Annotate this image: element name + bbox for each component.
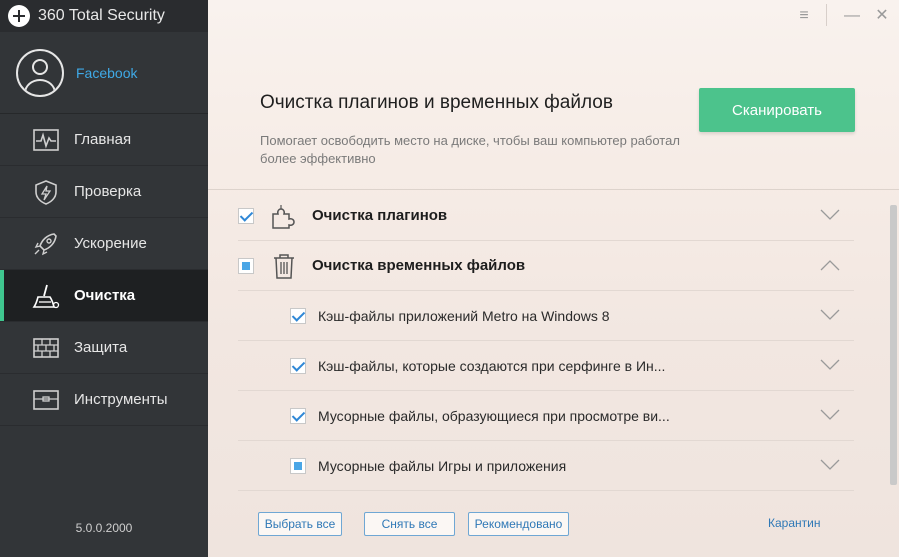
chevron-down-icon[interactable] bbox=[820, 309, 840, 321]
cleanup-header: Очистка плагинов и временных файлов Помо… bbox=[208, 32, 899, 190]
sidebar-item-label: Инструменты bbox=[74, 391, 168, 408]
sidebar-item-home[interactable]: Главная bbox=[0, 114, 208, 166]
account-panel[interactable]: Facebook bbox=[0, 32, 208, 114]
list-item-label: Мусорные файлы, образующиеся при просмот… bbox=[318, 407, 670, 424]
close-button[interactable]: ✕ bbox=[872, 6, 892, 26]
firewall-icon bbox=[32, 335, 60, 361]
rocket-icon bbox=[32, 231, 60, 257]
chevron-down-icon[interactable] bbox=[820, 409, 840, 421]
sidebar-item-label: Главная bbox=[74, 131, 132, 148]
sidebar-item-label: Проверка bbox=[74, 183, 142, 200]
app-title: 360 Total Security bbox=[38, 7, 165, 24]
page-title: Очистка плагинов и временных файлов bbox=[260, 92, 613, 113]
minimize-button[interactable]: — bbox=[842, 6, 862, 26]
app-header: 360 Total Security bbox=[0, 0, 208, 32]
avatar[interactable] bbox=[16, 48, 64, 97]
trash-icon bbox=[268, 250, 300, 282]
shield-icon bbox=[32, 179, 60, 205]
browser-cache-checkbox[interactable] bbox=[290, 357, 306, 374]
metro-cache-checkbox[interactable] bbox=[290, 307, 306, 324]
app-logo-icon bbox=[8, 5, 30, 27]
account-name-link[interactable]: Facebook bbox=[76, 65, 137, 81]
broom-icon bbox=[32, 283, 60, 309]
menu-icon[interactable]: ≡ bbox=[794, 6, 814, 26]
sidebar-item-label: Защита bbox=[74, 339, 128, 356]
list-item-metro-cache[interactable]: Кэш-файлы приложений Metro на Windows 8 bbox=[238, 291, 854, 341]
chevron-up-icon[interactable] bbox=[820, 259, 840, 271]
quarantine-link[interactable]: Карантин bbox=[768, 516, 820, 530]
sidebar-item-label: Ускорение bbox=[74, 235, 147, 252]
temp-files-checkbox[interactable] bbox=[238, 257, 254, 274]
heartbeat-icon bbox=[32, 127, 60, 153]
chevron-down-icon[interactable] bbox=[820, 359, 840, 371]
sidebar-item-protection[interactable]: Защита bbox=[0, 322, 208, 374]
list-item-label: Очистка временных файлов bbox=[312, 257, 526, 274]
games-junk-checkbox[interactable] bbox=[290, 457, 306, 474]
chevron-down-icon[interactable] bbox=[820, 209, 840, 221]
plugins-checkbox[interactable] bbox=[238, 207, 254, 224]
puzzle-icon bbox=[268, 200, 300, 232]
video-junk-checkbox[interactable] bbox=[290, 407, 306, 424]
list-item-label: Мусорные файлы Игры и приложения bbox=[318, 457, 567, 474]
sidebar-item-label: Очистка bbox=[74, 287, 136, 304]
toolbox-icon bbox=[32, 387, 60, 413]
titlebar: ≡ — ✕ bbox=[208, 0, 899, 32]
deselect-all-button[interactable]: Снять все bbox=[364, 512, 455, 536]
sidebar-item-cleanup[interactable]: Очистка bbox=[0, 270, 208, 322]
chevron-down-icon[interactable] bbox=[820, 459, 840, 471]
main-panel: ≡ — ✕ Очистка плагинов и временных файло… bbox=[208, 0, 899, 557]
titlebar-divider bbox=[826, 4, 827, 26]
list-item-browser-cache[interactable]: Кэш-файлы, которые создаются при серфинг… bbox=[238, 341, 854, 391]
version-label: 5.0.0.2000 bbox=[75, 521, 133, 535]
recommended-button[interactable]: Рекомендовано bbox=[468, 512, 569, 536]
list-item-video-junk[interactable]: Мусорные файлы, образующиеся при просмот… bbox=[238, 391, 854, 441]
sidebar-item-tools[interactable]: Инструменты bbox=[0, 374, 208, 426]
sidebar: 360 Total Security Facebook Главная Пров… bbox=[0, 0, 208, 557]
sidebar-item-scan[interactable]: Проверка bbox=[0, 166, 208, 218]
list-item-temp-files[interactable]: Очистка временных файлов bbox=[238, 241, 854, 291]
scan-button[interactable]: Сканировать bbox=[699, 88, 855, 132]
list-item-label: Кэш-файлы, которые создаются при серфинг… bbox=[318, 357, 666, 374]
select-all-button[interactable]: Выбрать все bbox=[258, 512, 342, 536]
list-item-label: Очистка плагинов bbox=[312, 207, 448, 224]
footer-bar: Выбрать все Снять все Рекомендовано Кара… bbox=[208, 496, 899, 557]
list-scrollbar[interactable] bbox=[890, 205, 897, 485]
cleanup-list: Очистка плагинов Очистка временных файло… bbox=[238, 191, 854, 491]
list-item-games-junk[interactable]: Мусорные файлы Игры и приложения bbox=[238, 441, 854, 491]
list-item-label: Кэш-файлы приложений Metro на Windows 8 bbox=[318, 307, 610, 324]
list-item-plugins[interactable]: Очистка плагинов bbox=[238, 191, 854, 241]
sidebar-item-speedup[interactable]: Ускорение bbox=[0, 218, 208, 270]
page-description: Помогает освободить место на диске, чтоб… bbox=[260, 133, 680, 166]
